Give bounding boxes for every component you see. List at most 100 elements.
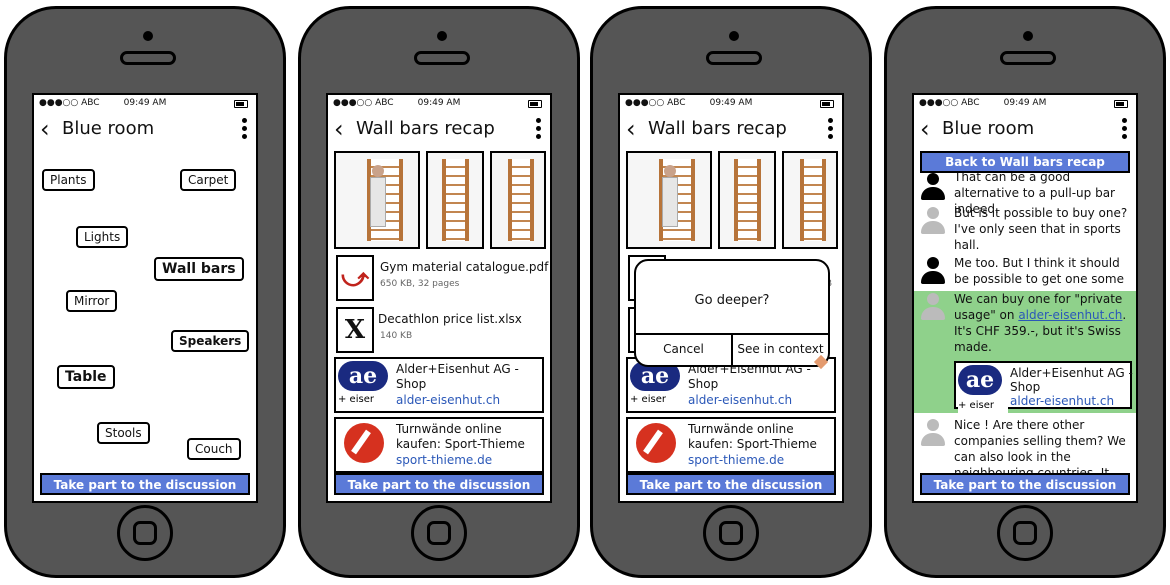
link-url[interactable]: alder-eisenhut.ch [688,393,792,407]
link-item-sport-thieme[interactable]: Turnwände online kaufen: Sport-Thieme sp… [626,417,836,473]
status-bar: ●●●○○ ABC 09:49 AM [34,95,256,111]
cancel-button[interactable]: Cancel [636,335,731,365]
back-chevron-icon[interactable]: ‹ [40,116,50,142]
tag-stools[interactable]: Stools [97,422,150,444]
link-title-2: kaufen: Sport-Thieme [396,437,525,451]
alder-eisenhut-logo: ae + eiser [630,361,686,409]
page-title: Blue room [62,118,155,139]
more-menu-icon[interactable] [824,117,836,141]
wall-bars-photo-2[interactable] [426,151,484,249]
file-item-pdf[interactable]: ⤻ Gym material catalogue.pdf 650 KB, 32 … [334,253,548,301]
dialog-question: Go deeper? [694,293,770,308]
status-bar: ●●●○○ ABC 09:49 AM [620,95,842,111]
status-bar: ●●●○○ ABC 09:49 AM [914,95,1136,111]
back-chevron-icon[interactable]: ‹ [626,116,636,142]
earpiece [706,51,762,65]
file-name: Gym material catalogue.pdf [380,260,549,274]
battery-icon [1114,100,1128,108]
home-button[interactable] [997,505,1053,561]
file-meta: 650 KB, 32 pages [380,279,460,289]
wall-bars-photo-1[interactable] [626,151,712,249]
tag-wall-bars[interactable]: Wall bars [154,257,244,281]
alder-eisenhut-logo: ae + eiser [958,365,1008,413]
clock: 09:49 AM [1003,98,1047,108]
tag-plants[interactable]: Plants [42,169,95,191]
screen-wall-bars-recap: ●●●○○ ABC 09:49 AM ‹ Wall bars recap ⤻ G… [326,93,552,503]
chat-message: But is it possible to buy one? I've only… [914,205,1136,255]
link-url[interactable]: alder-eisenhut.ch [1010,393,1114,409]
excel-icon: X [336,307,374,353]
battery-icon [820,100,834,108]
back-chevron-icon[interactable]: ‹ [334,116,344,142]
tag-mirror[interactable]: Mirror [66,290,118,312]
header: ‹ Blue room [914,113,1136,147]
clock: 09:49 AM [417,98,461,108]
tag-table[interactable]: Table [57,365,115,389]
message-text: But is it possible to buy one? I've only… [954,206,1128,252]
clock: 09:49 AM [709,98,753,108]
message-link[interactable]: alder-eisenhut.ch [1018,308,1122,322]
link-title-1: Turnwände online [396,422,502,436]
file-name: Decathlon price list.xlsx [378,312,522,326]
file-item-xlsx[interactable]: X Decathlon price list.xlsx 140 KB [334,305,544,353]
wall-bars-photo-3[interactable] [490,151,546,249]
link-url[interactable]: sport-thieme.de [688,453,784,467]
home-button[interactable] [411,505,467,561]
page-title: Wall bars recap [648,118,787,139]
header: ‹ Wall bars recap [620,113,842,147]
avatar [920,419,946,447]
wall-bars-photo-2[interactable] [718,151,776,249]
page-title: Wall bars recap [356,118,495,139]
more-menu-icon[interactable] [238,117,250,141]
tag-speakers[interactable]: Speakers [171,330,250,352]
wall-bars-photo-3[interactable] [782,151,838,249]
page-title: Blue room [942,118,1035,139]
discussion-button[interactable]: Take part to the discussion [334,473,544,495]
phone-2: ●●●○○ ABC 09:49 AM ‹ Wall bars recap ⤻ G… [298,6,580,578]
back-to-recap-button[interactable]: Back to Wall bars recap [920,151,1130,173]
link-item-sport-thieme[interactable]: Turnwände online kaufen: Sport-Thieme sp… [334,417,544,473]
tag-carpet[interactable]: Carpet [180,169,237,191]
discussion-button[interactable]: Take part to the discussion [626,473,836,495]
camera-dot [437,31,447,41]
sport-thieme-logo [636,423,676,463]
link-title-1: Alder+Eisenhut AG - [1010,366,1133,380]
avatar [920,173,946,201]
header: ‹ Blue room [34,113,256,147]
link-title-2: Shop [396,377,427,391]
camera-dot [1023,31,1033,41]
link-url[interactable]: alder-eisenhut.ch [396,393,500,407]
camera-dot [729,31,739,41]
message-text: We can buy one for "private usage" on al… [954,292,1127,354]
earpiece [120,51,176,65]
phone-3: ●●●○○ ABC 09:49 AM ‹ Wall bars recap KB … [590,6,872,578]
link-title-1: Alder+Eisenhut AG - [396,362,519,376]
discussion-button[interactable]: Take part to the discussion [40,473,250,495]
person-figure [369,165,387,227]
screen-wall-bars-dialog: ●●●○○ ABC 09:49 AM ‹ Wall bars recap KB … [618,93,844,503]
avatar [920,207,946,235]
phone-4: ●●●○○ ABC 09:49 AM ‹ Blue room Back to W… [884,6,1166,578]
phone-1: ●●●○○ ABC 09:49 AM ‹ Blue room Plants Ca… [4,6,286,578]
screen-discussion: ●●●○○ ABC 09:49 AM ‹ Blue room Back to W… [912,93,1138,503]
link-url[interactable]: sport-thieme.de [396,453,492,467]
message-text: Nice ! Are there other companies selling… [954,418,1126,480]
chat-message-highlighted: We can buy one for "private usage" on al… [914,291,1136,413]
tag-lights[interactable]: Lights [76,226,129,248]
embedded-link-card[interactable]: ae + eiser Alder+Eisenhut AG - Shop alde… [954,361,1133,413]
status-bar: ●●●○○ ABC 09:49 AM [328,95,550,111]
clock: 09:49 AM [123,98,167,108]
wall-bars-photo-1[interactable] [334,151,420,249]
tag-couch[interactable]: Couch [187,438,241,460]
chat-message: That can be a good alternative to a pull… [914,169,1136,216]
back-chevron-icon[interactable]: ‹ [920,116,930,142]
home-button[interactable] [703,505,759,561]
more-menu-icon[interactable] [1118,117,1130,141]
home-button[interactable] [117,505,173,561]
more-menu-icon[interactable] [532,117,544,141]
link-item-alder[interactable]: ae + eiser Alder+Eisenhut AG - Shop alde… [334,357,544,413]
alder-eisenhut-logo: ae + eiser [338,361,394,409]
discussion-button[interactable]: Take part to the discussion [920,473,1130,495]
avatar [920,293,946,321]
battery-icon [234,100,248,108]
